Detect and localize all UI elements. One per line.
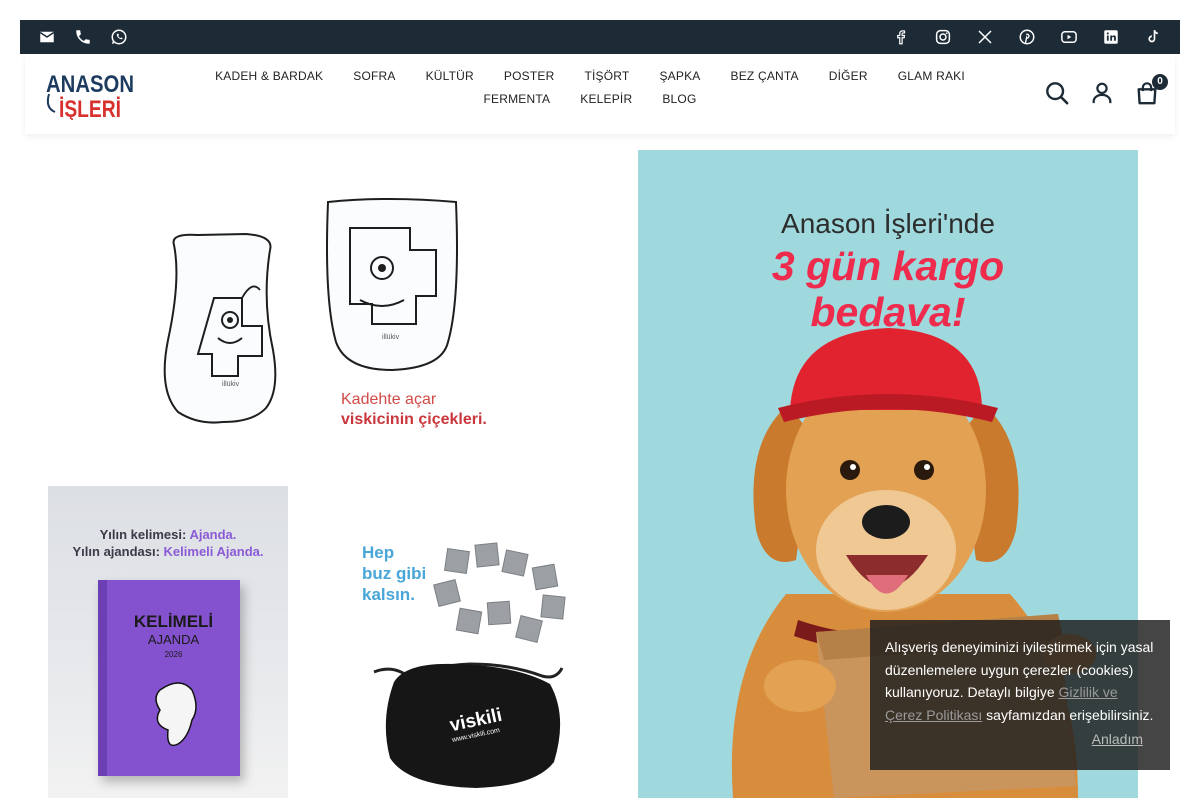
instagram-icon[interactable] [932, 26, 954, 48]
linkedin-icon[interactable] [1100, 26, 1122, 48]
cart-count-badge: 0 [1152, 74, 1168, 90]
cookie-accept-button[interactable]: Anladım [1092, 728, 1143, 751]
x-icon[interactable] [974, 26, 996, 48]
agenda-line2-text: Yılın ajandası: [72, 544, 164, 559]
agenda-headline-1: Yılın kelimesi: Ajanda. [48, 527, 288, 542]
svg-text:ANASON: ANASON [46, 71, 134, 98]
user-icon[interactable] [1089, 80, 1114, 106]
facebook-icon[interactable] [890, 26, 912, 48]
glass-brand-text: illükiv [222, 381, 240, 388]
search-icon[interactable] [1044, 80, 1069, 106]
main-nav: KADEH & BARDAK SOFRA KÜLTÜR POSTER TİŞÖR… [175, 69, 1005, 107]
tiktok-icon[interactable] [1142, 26, 1164, 48]
nav-kelepir[interactable]: KELEPİR [580, 92, 632, 107]
agenda-banner[interactable]: Yılın kelimesi: Ajanda. Yılın ajandası: … [48, 486, 288, 798]
glasses-banner[interactable]: illükiv illükiv Kadehte açar viskicinin … [48, 150, 578, 470]
nav-blog[interactable]: BLOG [662, 92, 696, 107]
tumbler-brand-text: illükiv [382, 334, 400, 341]
nav-fermenta[interactable]: FERMENTA [484, 92, 551, 107]
whisky-stones-banner[interactable]: Hep buz gibi kalsın. viskili www.viskili… [336, 486, 576, 798]
stones-illustration [373, 542, 566, 788]
glasses-illustration: illükiv illükiv [163, 198, 458, 424]
nav-tisort[interactable]: TİŞÖRT [584, 69, 629, 84]
whatsapp-icon[interactable] [108, 26, 130, 48]
nav-bez-canta[interactable]: BEZ ÇANTA [730, 69, 798, 84]
glasses-caption: Kadehte açar viskicinin çiçekleri. [341, 390, 487, 430]
nav-kadeh-bardak[interactable]: KADEH & BARDAK [215, 69, 323, 84]
cookie-text-after: sayfamızdan erişebilirsiniz. [982, 706, 1154, 723]
site-logo[interactable]: ANASON İŞLERİ [43, 68, 137, 123]
top-bar [20, 20, 1180, 54]
nav-sapka[interactable]: ŞAPKA [659, 69, 700, 84]
header-actions: 0 [1044, 74, 1168, 106]
mail-icon[interactable] [36, 26, 58, 48]
social-links [890, 20, 1164, 54]
agenda-book: KELİMELİ AJANDA 2026 [98, 580, 240, 776]
glasses-caption-line2: viskicinin çiçekleri. [341, 411, 487, 428]
bag-icon[interactable]: 0 [1134, 74, 1168, 106]
agenda-book-illustration [155, 682, 197, 747]
contact-links [36, 20, 130, 54]
nav-sofra[interactable]: SOFRA [353, 69, 395, 84]
agenda-line2-highlight: Kelimeli Ajanda. [163, 544, 264, 559]
nav-kultur[interactable]: KÜLTÜR [426, 69, 474, 84]
agenda-line1-highlight: Ajanda. [189, 527, 237, 542]
svg-text:İŞLERİ: İŞLERİ [59, 96, 121, 120]
nav-glam-raki[interactable]: GLAM RAKI [898, 69, 965, 84]
cookie-notice: Alışveriş deneyiminizi iyileştirmek için… [870, 620, 1170, 770]
site-header: ANASON İŞLERİ KADEH & BARDAK SOFRA KÜLTÜ… [25, 54, 1175, 134]
agenda-line1-text: Yılın kelimesi: [99, 527, 190, 542]
pinterest-icon[interactable] [1016, 26, 1038, 48]
youtube-icon[interactable] [1058, 26, 1080, 48]
nav-poster[interactable]: POSTER [504, 69, 555, 84]
nav-diger[interactable]: DİĞER [829, 69, 868, 84]
phone-icon[interactable] [72, 26, 94, 48]
glasses-caption-line1: Kadehte açar [341, 391, 437, 408]
agenda-headline-2: Yılın ajandası: Kelimeli Ajanda. [48, 544, 288, 559]
